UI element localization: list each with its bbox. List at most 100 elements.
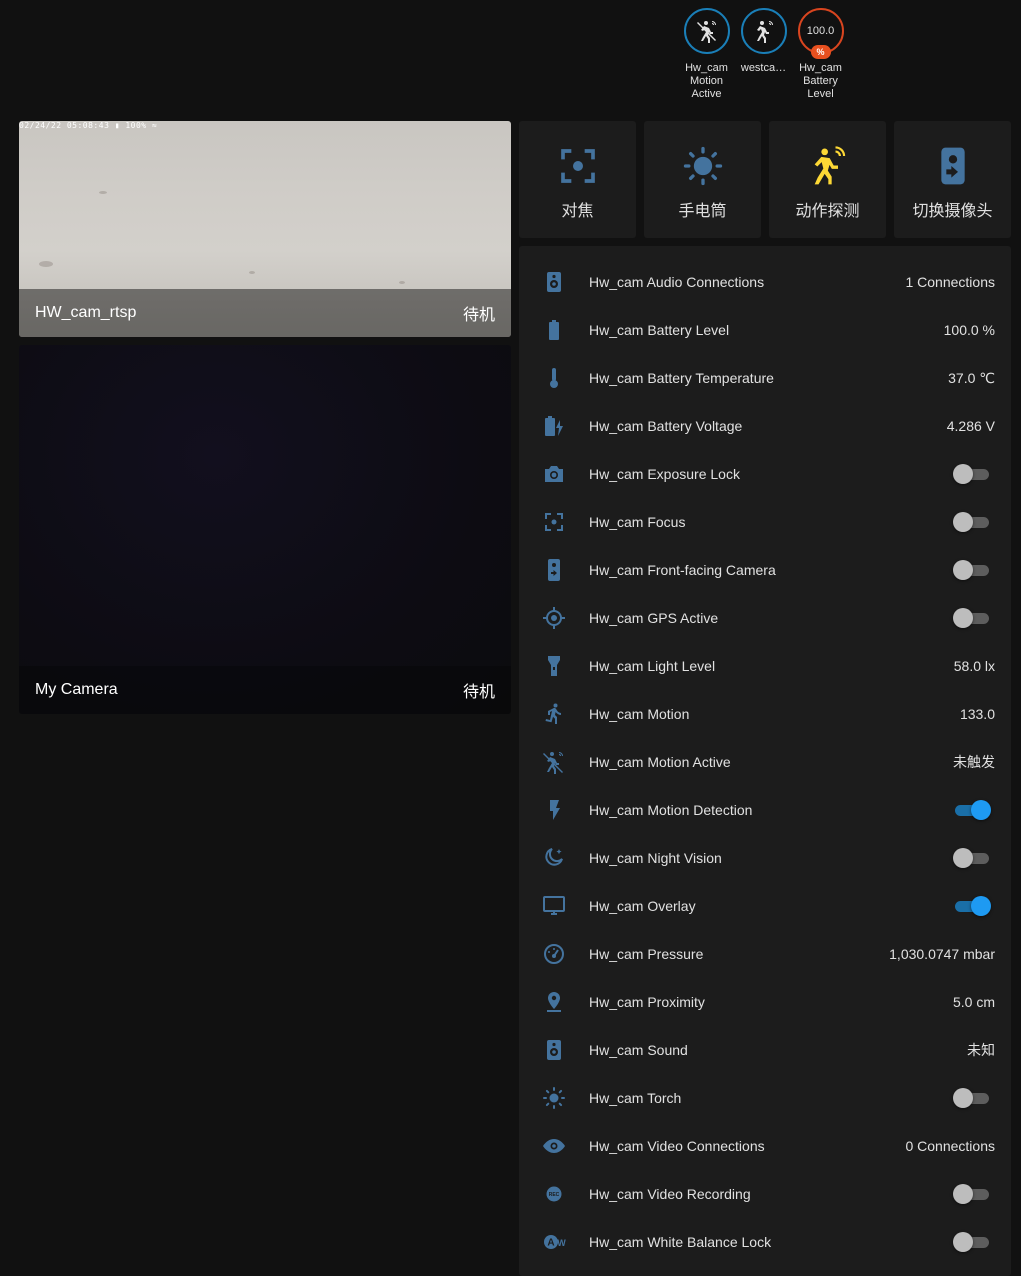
video-recording-toggle[interactable]	[953, 1184, 991, 1204]
badge-label: Hw_cam Battery Level	[799, 62, 842, 100]
entity-name: Hw_cam Night Vision	[589, 850, 722, 866]
camera-icon	[545, 466, 563, 482]
entity-row[interactable]: Hw_cam Battery Level 100.0 %	[519, 306, 1011, 354]
overlay-toggle[interactable]	[953, 896, 991, 916]
entity-name: Hw_cam GPS Active	[589, 610, 719, 626]
battery-charging-icon	[545, 416, 563, 436]
motion-sensor-icon	[756, 21, 773, 43]
entity-row[interactable]: Hw_cam GPS Active	[519, 594, 1011, 642]
image-speck	[249, 271, 255, 274]
image-speck	[99, 191, 107, 194]
badge-label: Hw_cam Motion Active	[685, 62, 728, 100]
entity-row[interactable]: Hw_cam Sound 未知	[519, 1026, 1011, 1074]
entity-row[interactable]: Hw_cam Light Level 58.0 lx	[519, 642, 1011, 690]
entity-name: Hw_cam Battery Level	[589, 322, 730, 338]
entity-name: Hw_cam Audio Connections	[589, 274, 765, 290]
entity-row[interactable]: Hw_cam Video Connections 0 Connections	[519, 1122, 1011, 1170]
entity-row[interactable]: Hw_cam Focus	[519, 498, 1011, 546]
badge-value: 100.0	[806, 25, 835, 37]
front-camera-toggle[interactable]	[953, 560, 991, 580]
speaker-icon	[547, 272, 561, 292]
entity-row[interactable]: Hw_cam Motion 133.0	[519, 690, 1011, 738]
camera-caption-bar: HW_cam_rtsp 待机	[19, 289, 511, 337]
entity-state: 58.0 lx	[953, 658, 995, 674]
eye-icon	[543, 1139, 565, 1153]
torch-label: 手电筒	[678, 203, 727, 220]
gps-active-toggle[interactable]	[953, 608, 991, 628]
entity-row[interactable]: Hw_cam Motion Active 未触发	[519, 738, 1011, 786]
badge-bar: Hw_cam Motion Active westca… 100.0 % Hw_…	[678, 8, 849, 101]
speaker-icon	[547, 1040, 561, 1060]
svg-text:W: W	[557, 1238, 566, 1248]
entity-state: 未触发	[953, 754, 995, 770]
thermometer-icon	[550, 368, 558, 388]
entity-name: Hw_cam Sound	[589, 1042, 688, 1058]
entity-row[interactable]: Hw_cam Audio Connections 1 Connections	[519, 258, 1011, 306]
entity-name: Hw_cam Light Level	[589, 658, 716, 674]
badge-westcam-motion[interactable]: westca…	[735, 8, 792, 101]
action-button-row: 对焦 手电筒 动作探测 切换摄像头	[519, 121, 1011, 238]
svg-text:A: A	[547, 1238, 554, 1249]
exposure-lock-toggle[interactable]	[953, 464, 991, 484]
flashlight-icon	[548, 656, 560, 676]
entity-row[interactable]: Hw_cam Front-facing Camera	[519, 546, 1011, 594]
switch-camera-label: 切换摄像头	[912, 203, 993, 220]
entity-name: Hw_cam Battery Voltage	[589, 418, 743, 434]
torch-button[interactable]: 手电筒	[644, 121, 761, 238]
image-speck	[399, 281, 405, 284]
entity-row[interactable]: REC Hw_cam Video Recording	[519, 1170, 1011, 1218]
entity-state: 100.0 %	[943, 322, 995, 338]
crosshairs-gps-icon	[543, 607, 565, 629]
focus-toggle[interactable]	[953, 512, 991, 532]
entity-state: 5.0 cm	[952, 994, 995, 1010]
camera-status: 待机	[462, 684, 495, 701]
torch-toggle[interactable]	[953, 1088, 991, 1108]
badge-unit: %	[810, 45, 831, 59]
entity-state: 未知	[967, 1042, 995, 1058]
entity-name: Hw_cam Video Recording	[589, 1186, 751, 1202]
entity-state: 0 Connections	[905, 1138, 995, 1154]
entity-row[interactable]: Hw_cam Motion Detection	[519, 786, 1011, 834]
entity-row[interactable]: Hw_cam Exposure Lock	[519, 450, 1011, 498]
entity-name: Hw_cam Proximity	[589, 994, 705, 1010]
entity-name: Hw_cam Motion	[589, 706, 690, 722]
switch-camera-icon	[940, 147, 965, 185]
entity-row[interactable]: Hw_cam Torch	[519, 1074, 1011, 1122]
focus-button[interactable]: 对焦	[519, 121, 636, 238]
entity-name: Hw_cam Focus	[589, 514, 686, 530]
svg-text:REC: REC	[549, 1192, 560, 1198]
motion-detect-label: 动作探测	[795, 203, 860, 220]
entity-row[interactable]: Hw_cam Night Vision	[519, 834, 1011, 882]
entity-row[interactable]: Hw_cam Battery Temperature 37.0 ℃	[519, 354, 1011, 402]
switch-camera-button[interactable]: 切换摄像头	[894, 121, 1011, 238]
battery-icon	[549, 320, 559, 340]
motion-detection-toggle[interactable]	[953, 800, 991, 820]
badge-circle: 100.0 %	[797, 8, 844, 59]
camera-name: HW_cam_rtsp	[35, 304, 137, 321]
monitor-icon	[543, 896, 565, 915]
entity-state: 1 Connections	[905, 274, 995, 290]
entity-name: Hw_cam Video Connections	[589, 1138, 765, 1154]
camera-card-hw-cam-rtsp[interactable]: 02/24/22 05:08:43 ▮ 100% ≈ HW_cam_rtsp 待…	[19, 121, 511, 337]
entity-row[interactable]: Hw_cam Proximity 5.0 cm	[519, 978, 1011, 1026]
badge-battery-level[interactable]: 100.0 % Hw_cam Battery Level	[792, 8, 849, 101]
entity-name: Hw_cam Torch	[589, 1090, 682, 1106]
entity-name: Hw_cam Exposure Lock	[589, 466, 740, 482]
entity-name: Hw_cam Battery Temperature	[589, 370, 774, 386]
badge-circle	[740, 8, 787, 54]
badge-motion-active[interactable]: Hw_cam Motion Active	[678, 8, 735, 101]
switch-camera-icon	[548, 559, 560, 581]
entity-row[interactable]: Hw_cam Overlay	[519, 882, 1011, 930]
entity-state: 1,030.0747 mbar	[889, 946, 995, 962]
entity-row[interactable]: AW Hw_cam White Balance Lock	[519, 1218, 1011, 1266]
camera-card-my-camera[interactable]: My Camera 待机	[19, 345, 511, 714]
white-balance-lock-toggle[interactable]	[953, 1232, 991, 1252]
entity-name: Hw_cam Front-facing Camera	[589, 562, 776, 578]
entity-row[interactable]: Hw_cam Pressure 1,030.0747 mbar	[519, 930, 1011, 978]
entity-row[interactable]: Hw_cam Battery Voltage 4.286 V	[519, 402, 1011, 450]
camera-name: My Camera	[35, 681, 118, 698]
night-vision-toggle[interactable]	[953, 848, 991, 868]
motion-detect-button[interactable]: 动作探测	[769, 121, 886, 238]
run-icon	[545, 703, 561, 724]
focus-icon	[545, 513, 563, 531]
